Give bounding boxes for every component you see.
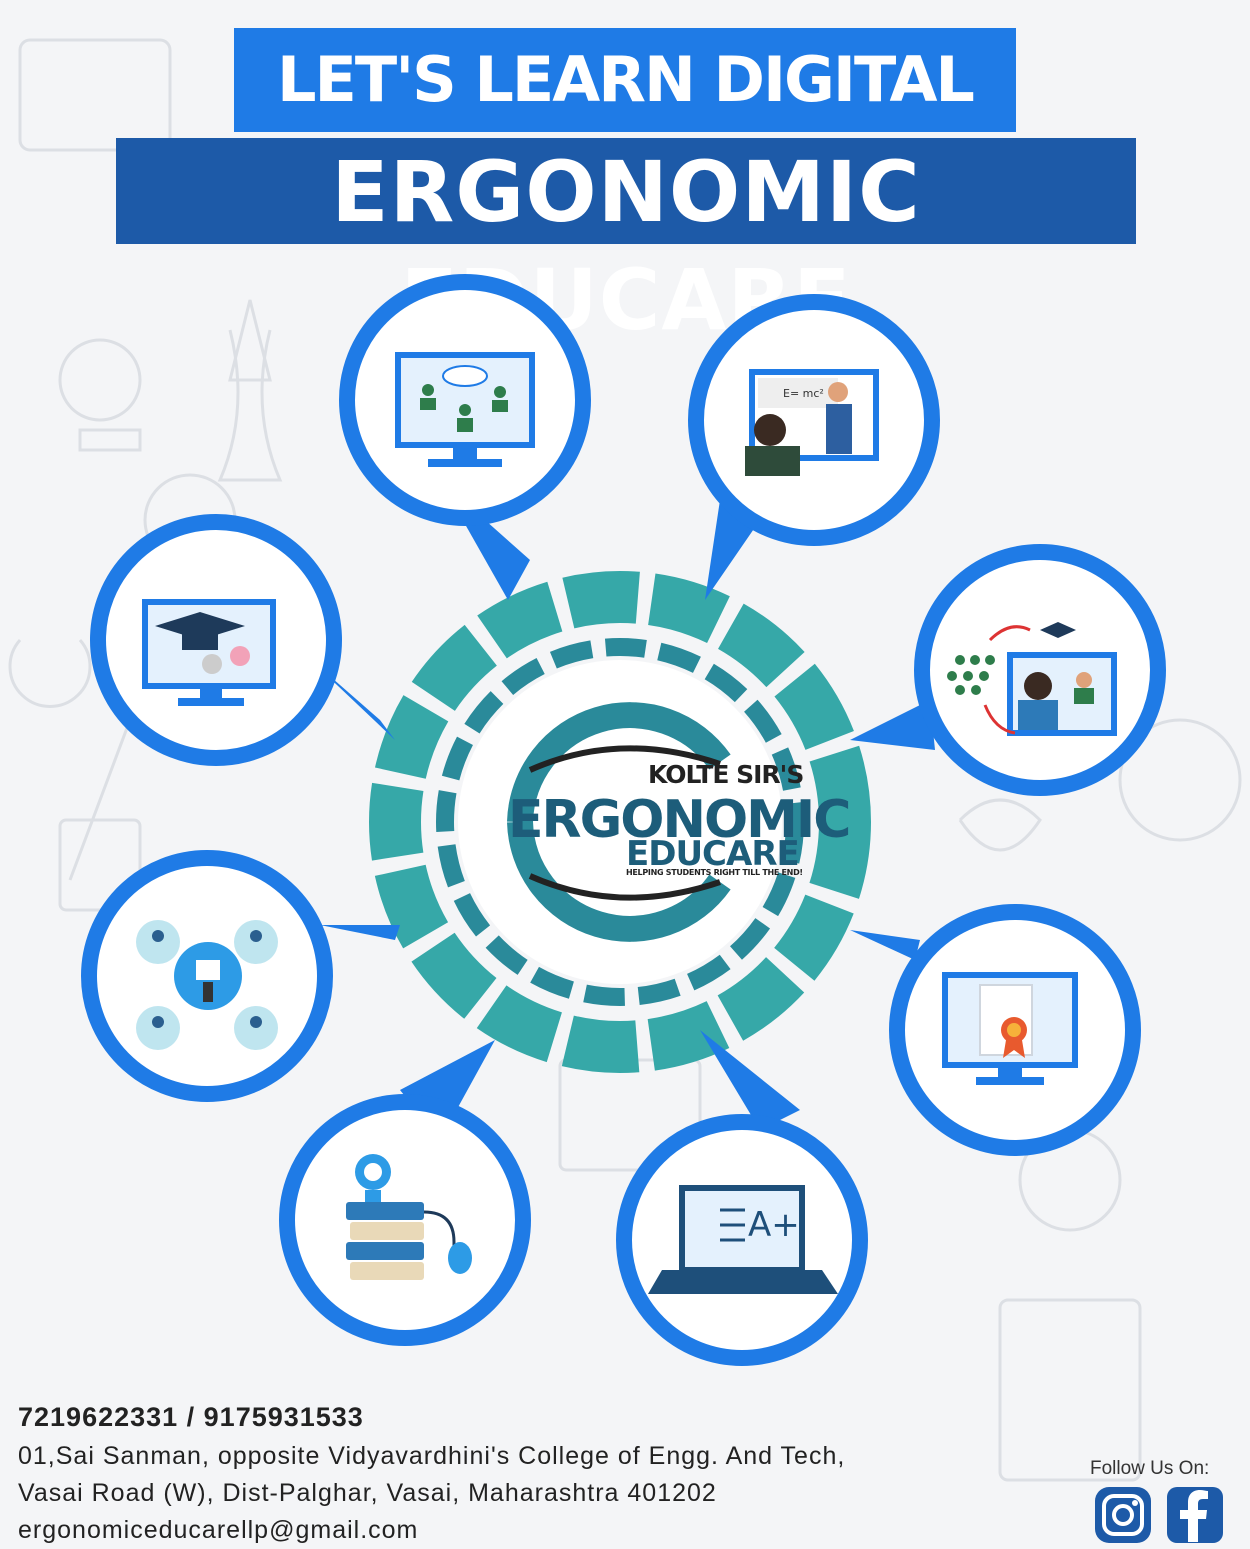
laptop-grade-icon bbox=[616, 1114, 868, 1366]
email-address[interactable]: ergonomiceducarellp@gmail.com bbox=[18, 1512, 998, 1549]
certificate-screen-icon bbox=[889, 904, 1141, 1156]
video-conference-icon bbox=[339, 274, 591, 526]
formula-text: E= mc² bbox=[783, 387, 824, 400]
online-tutoring-icon bbox=[914, 544, 1166, 796]
online-lecture-icon bbox=[688, 294, 940, 546]
graduation-cap-screen-icon bbox=[90, 514, 342, 766]
classroom-network-icon bbox=[81, 850, 333, 1102]
follow-us-label: Follow Us On: bbox=[1090, 1458, 1210, 1479]
logo-top-text: KOLTE SIR'S bbox=[648, 760, 804, 789]
address-line2: Vasai Road (W), Dist-Palghar, Vasai, Mah… bbox=[18, 1479, 717, 1507]
contact-block: 7219622331 / 9175931533 01,Sai Sanman, o… bbox=[18, 1402, 998, 1549]
address-line1: 01,Sai Sanman, opposite Vidyavardhini's … bbox=[18, 1442, 846, 1470]
logo-tagline: HELPING STUDENTS RIGHT TILL THE END! bbox=[626, 868, 803, 877]
headline-line1: LET'S LEARN DIGITAL WITH bbox=[234, 28, 1016, 220]
grade-text: A+ bbox=[748, 1205, 800, 1245]
headline-line2: ERGONOMIC EDUCARE bbox=[116, 138, 1136, 349]
books-mouse-icon bbox=[279, 1094, 531, 1346]
facebook-icon[interactable] bbox=[1166, 1486, 1224, 1544]
instagram-icon[interactable] bbox=[1094, 1486, 1152, 1544]
phone-numbers[interactable]: 7219622331 / 9175931533 bbox=[18, 1402, 998, 1438]
